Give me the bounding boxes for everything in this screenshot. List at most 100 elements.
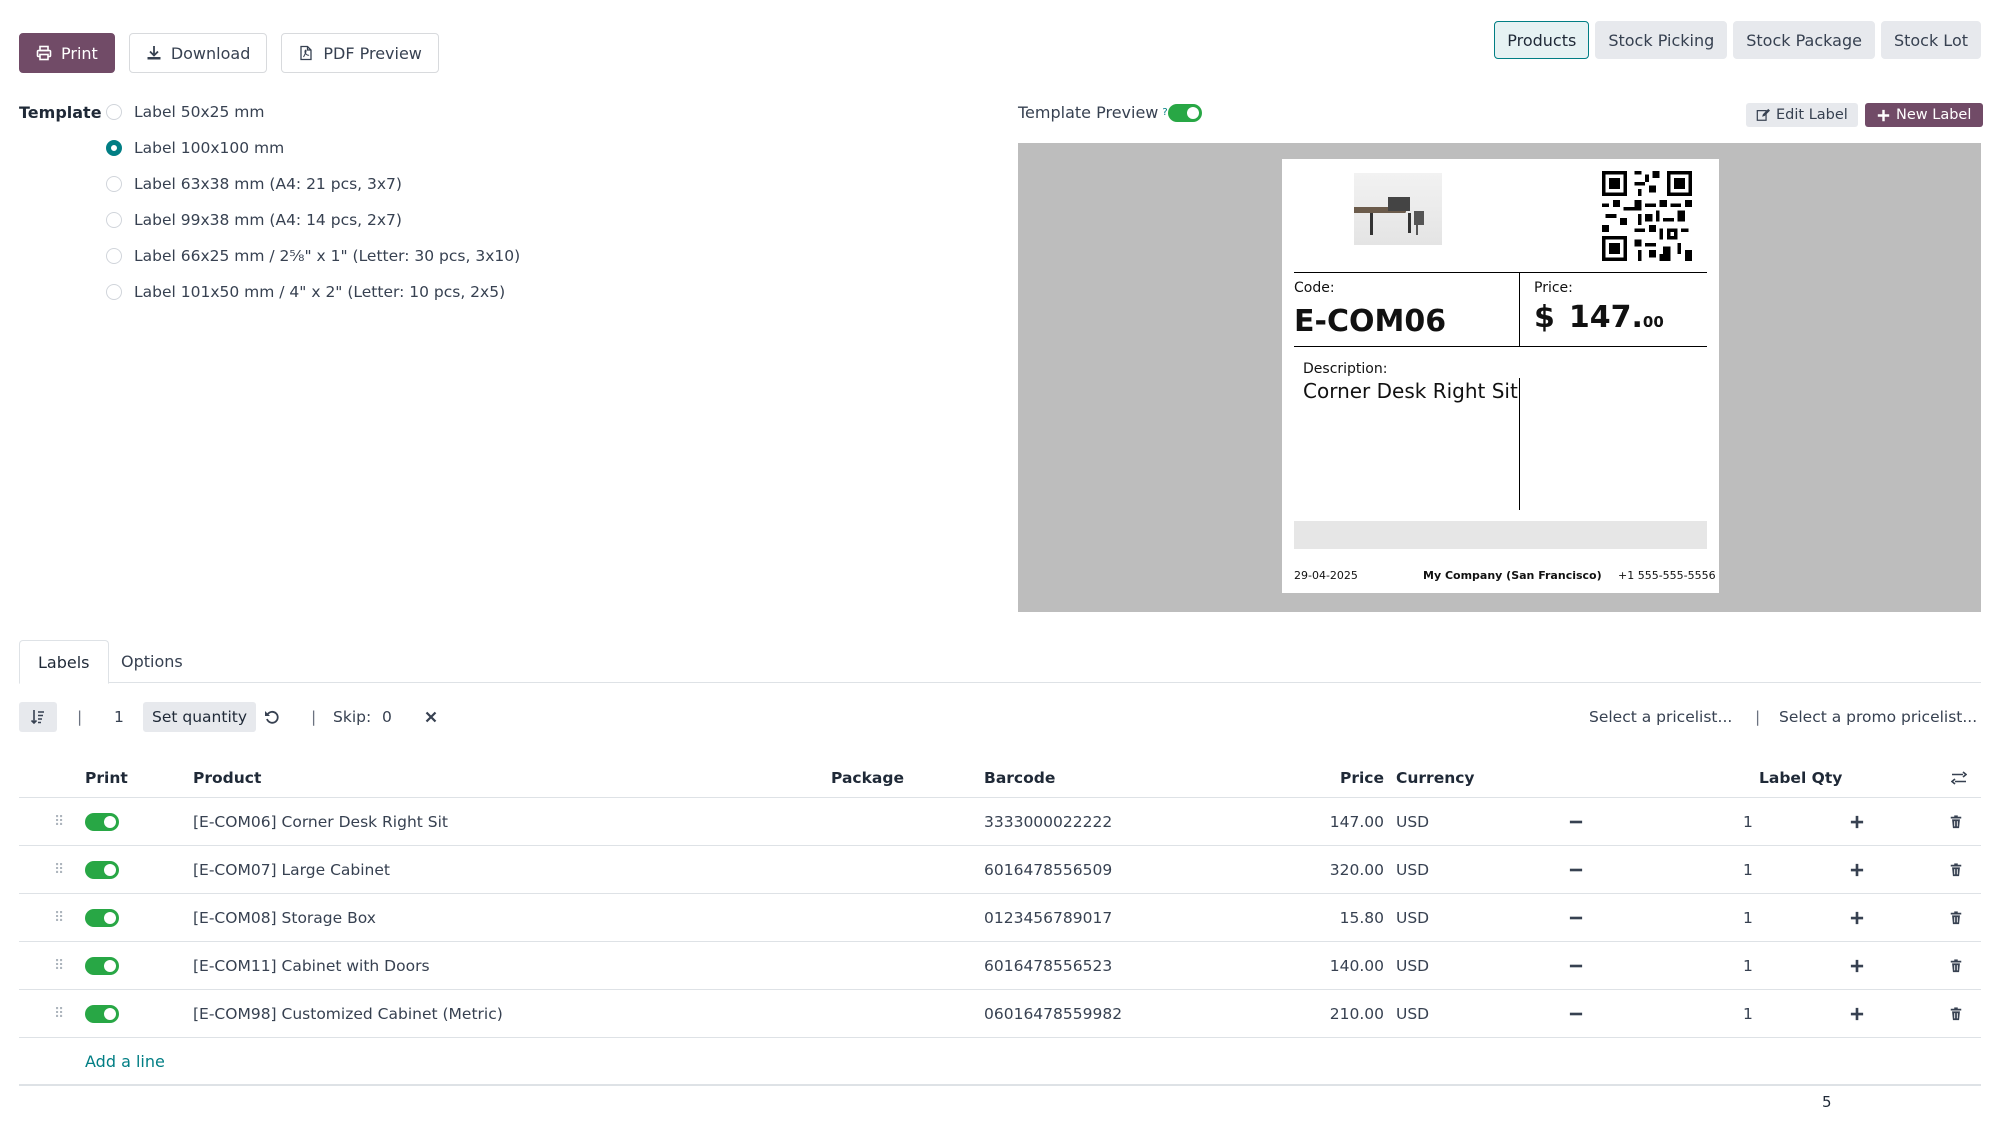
drag-handle-icon[interactable]: ⠿ [54, 990, 64, 1037]
add-line-link[interactable]: Add a line [85, 1038, 165, 1084]
template-option[interactable]: Label 50x25 mm [106, 103, 520, 139]
label-qty-cell[interactable]: 1 [1743, 846, 1753, 893]
header-print[interactable]: Print [85, 758, 128, 797]
decrease-qty-button[interactable] [1569, 894, 1583, 941]
delete-row-button[interactable] [1949, 798, 1963, 845]
template-option[interactable]: Label 101x50 mm / 4" x 2" (Letter: 10 pc… [106, 283, 520, 319]
mode-stock-lot-button[interactable]: Stock Lot [1880, 21, 1981, 59]
radio-button[interactable] [106, 176, 122, 192]
template-option[interactable]: Label 66x25 mm / 2⅝" x 1" (Letter: 30 pc… [106, 247, 520, 283]
product-cell[interactable]: [E-COM11] Cabinet with Doors [193, 942, 430, 989]
price-cell[interactable]: 15.80 [1269, 894, 1384, 941]
delete-row-button[interactable] [1949, 894, 1963, 941]
table-row[interactable]: ⠿ [E-COM98] Customized Cabinet (Metric) … [19, 990, 1981, 1038]
drag-handle-icon[interactable]: ⠿ [54, 846, 64, 893]
template-option[interactable]: Label 99x38 mm (A4: 14 pcs, 2x7) [106, 211, 520, 247]
drag-handle-icon[interactable]: ⠿ [54, 798, 64, 845]
download-button[interactable]: Download [128, 33, 268, 73]
print-toggle[interactable] [85, 1004, 119, 1023]
description-caption: Description: [1303, 361, 1388, 377]
table-row[interactable]: ⠿ [E-COM08] Storage Box 0123456789017 15… [19, 894, 1981, 942]
label-qty-cell[interactable]: 1 [1743, 798, 1753, 845]
pdf-preview-button[interactable]: PDF Preview [281, 33, 439, 73]
header-currency[interactable]: Currency [1396, 758, 1475, 797]
barcode-cell[interactable]: 3333000022222 [984, 798, 1112, 845]
print-button[interactable]: Print [19, 33, 115, 73]
radio-button[interactable] [106, 104, 122, 120]
currency-cell[interactable]: USD [1396, 798, 1429, 845]
header-label-qty[interactable]: Label Qty [1759, 758, 1842, 797]
header-package[interactable]: Package [831, 758, 904, 797]
product-cell[interactable]: [E-COM08] Storage Box [193, 894, 376, 941]
price-cell[interactable]: 210.00 [1269, 990, 1384, 1037]
promo-pricelist-select[interactable]: Select a promo pricelist... [1779, 702, 1977, 732]
clear-skip-button[interactable] [425, 702, 437, 732]
header-product[interactable]: Product [193, 758, 261, 797]
mode-stock-picking-button[interactable]: Stock Picking [1595, 21, 1728, 59]
print-toggle[interactable] [85, 956, 119, 975]
currency-cell[interactable]: USD [1396, 990, 1429, 1037]
tab-options[interactable]: Options [103, 640, 201, 683]
price-cell[interactable]: 140.00 [1269, 942, 1384, 989]
product-cell[interactable]: [E-COM07] Large Cabinet [193, 846, 390, 893]
sort-button[interactable] [19, 702, 57, 732]
pricelist-select[interactable]: Select a pricelist... [1589, 702, 1732, 732]
template-option[interactable]: Label 63x38 mm (A4: 21 pcs, 3x7) [106, 175, 520, 211]
template-preview-toggle[interactable] [1168, 104, 1202, 122]
radio-button[interactable] [106, 212, 122, 228]
barcode-cell[interactable]: 6016478556523 [984, 942, 1112, 989]
increase-qty-button[interactable] [1850, 846, 1864, 893]
help-tooltip-icon[interactable]: ? [1162, 107, 1167, 118]
table-row[interactable]: ⠿ [E-COM11] Cabinet with Doors 601647855… [19, 942, 1981, 990]
increase-qty-button[interactable] [1850, 990, 1864, 1037]
mode-stock-package-button[interactable]: Stock Package [1733, 21, 1875, 59]
label-qty-cell[interactable]: 1 [1743, 894, 1753, 941]
product-cell[interactable]: [E-COM98] Customized Cabinet (Metric) [193, 990, 503, 1037]
quantity-input[interactable]: 1 [114, 702, 124, 732]
decrease-qty-button[interactable] [1569, 846, 1583, 893]
radio-button[interactable] [106, 284, 122, 300]
increase-qty-button[interactable] [1850, 894, 1864, 941]
trash-icon [1950, 910, 1962, 924]
currency-cell[interactable]: USD [1396, 894, 1429, 941]
delete-row-button[interactable] [1949, 942, 1963, 989]
decrease-qty-button[interactable] [1569, 798, 1583, 845]
product-cell[interactable]: [E-COM06] Corner Desk Right Sit [193, 798, 448, 845]
currency-cell[interactable]: USD [1396, 942, 1429, 989]
radio-button[interactable] [106, 248, 122, 264]
label-qty-cell[interactable]: 1 [1743, 990, 1753, 1037]
table-row[interactable]: ⠿ [E-COM07] Large Cabinet 6016478556509 … [19, 846, 1981, 894]
delete-row-button[interactable] [1949, 990, 1963, 1037]
header-barcode[interactable]: Barcode [984, 758, 1055, 797]
table-row[interactable]: ⠿ [E-COM06] Corner Desk Right Sit 333300… [19, 798, 1981, 846]
price-cell[interactable]: 147.00 [1269, 798, 1384, 845]
print-toggle[interactable] [85, 812, 119, 831]
header-price[interactable]: Price [1269, 758, 1384, 797]
barcode-cell[interactable]: 0123456789017 [984, 894, 1112, 941]
set-quantity-button[interactable]: Set quantity [143, 702, 256, 732]
delete-row-button[interactable] [1949, 846, 1963, 893]
template-option[interactable]: Label 100x100 mm [106, 139, 520, 175]
edit-label-button[interactable]: Edit Label [1746, 103, 1858, 127]
currency-cell[interactable]: USD [1396, 846, 1429, 893]
mode-products-button[interactable]: Products [1494, 21, 1590, 59]
drag-handle-icon[interactable]: ⠿ [54, 894, 64, 941]
price-cell[interactable]: 320.00 [1269, 846, 1384, 893]
reset-button[interactable] [264, 702, 280, 732]
optional-columns-toggle[interactable] [1951, 758, 1967, 797]
drag-handle-icon[interactable]: ⠿ [54, 942, 64, 989]
increase-qty-button[interactable] [1850, 798, 1864, 845]
print-toggle[interactable] [85, 908, 119, 927]
tab-labels[interactable]: Labels [19, 640, 109, 684]
new-label-button[interactable]: New Label [1865, 103, 1984, 127]
print-toggle[interactable] [85, 860, 119, 879]
label-qty-cell[interactable]: 1 [1743, 942, 1753, 989]
radio-button-checked[interactable] [106, 140, 122, 156]
barcode-cell[interactable]: 6016478556509 [984, 846, 1112, 893]
decrease-qty-button[interactable] [1569, 942, 1583, 989]
skip-input[interactable]: 0 [382, 702, 392, 732]
barcode-cell[interactable]: 06016478559982 [984, 990, 1122, 1037]
decrease-qty-button[interactable] [1569, 990, 1583, 1037]
label-divider [1294, 346, 1707, 347]
increase-qty-button[interactable] [1850, 942, 1864, 989]
